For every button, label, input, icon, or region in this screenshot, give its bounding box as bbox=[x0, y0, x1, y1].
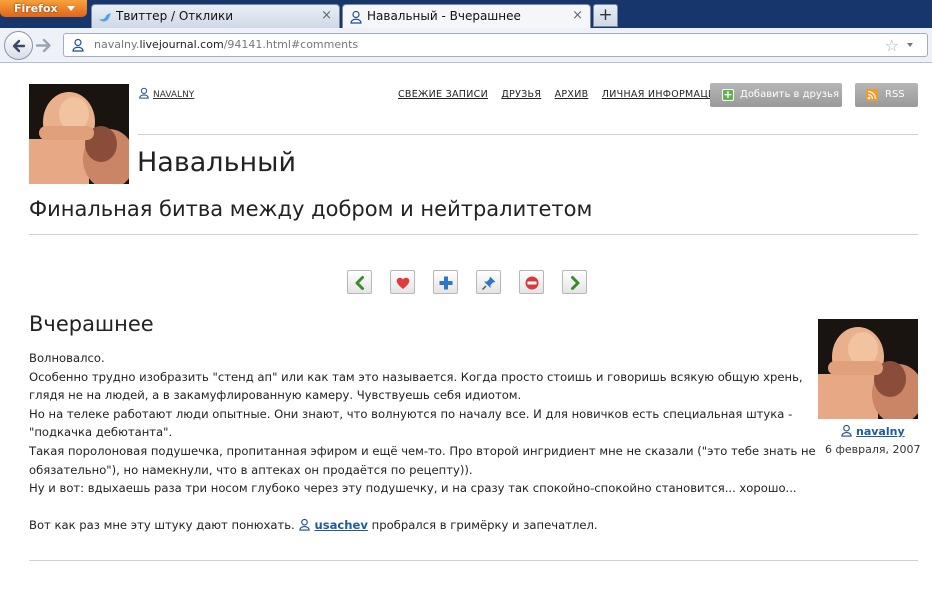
chevron-down-icon bbox=[67, 6, 75, 11]
plus-icon: + bbox=[722, 88, 734, 101]
browser-tab-bar: Firefox Твиттер / Отклики × Навальный - … bbox=[0, 0, 932, 28]
arrow-right-icon bbox=[571, 276, 580, 290]
entry-paragraph: Ну и вот: вдыхаешь раза три носом глубок… bbox=[29, 481, 797, 496]
divider bbox=[138, 134, 918, 135]
entry-date: 6 февраля, 2007 bbox=[825, 443, 921, 456]
tell-a-friend-button[interactable] bbox=[433, 270, 458, 294]
entry-paragraph: "подкачка дебютанта". bbox=[29, 425, 173, 440]
tab-title: Навальный - Вчерашнее bbox=[367, 9, 521, 23]
entry-body: Волновалсо. Особенно трудно изобразить "… bbox=[29, 349, 816, 535]
nav-archive[interactable]: АРХИВ bbox=[555, 89, 589, 100]
tab-title: Твиттер / Отклики bbox=[116, 9, 234, 23]
close-icon[interactable]: × bbox=[321, 5, 332, 27]
new-tab-button[interactable]: + bbox=[593, 4, 618, 27]
tab-navalny-entry[interactable]: Навальный - Вчерашнее × bbox=[342, 4, 591, 28]
entry-paragraph: Такая поролоновая подушечка, пропитанная… bbox=[29, 443, 816, 458]
firefox-menu-button[interactable]: Firefox bbox=[0, 0, 87, 17]
lj-user-icon bbox=[350, 10, 362, 24]
back-button[interactable] bbox=[4, 31, 33, 60]
heart-icon bbox=[396, 277, 410, 289]
plus-icon bbox=[439, 276, 453, 290]
no-entry-icon bbox=[525, 276, 539, 290]
url-path: /94141.html#comments bbox=[223, 38, 359, 51]
nav-friends[interactable]: ДРУЗЬЯ bbox=[501, 89, 541, 100]
add-friend-label: Добавить в друзья bbox=[740, 89, 839, 100]
journal-subtitle: Финальная битва между добром и нейтралит… bbox=[29, 197, 593, 221]
nav-recent-entries[interactable]: СВЕЖИЕ ЗАПИСИ bbox=[398, 89, 488, 100]
journal-nav: СВЕЖИЕ ЗАПИСИ ДРУЗЬЯ АРХИВ ЛИЧНАЯ ИНФОРМ… bbox=[398, 89, 732, 100]
entry-paragraph: Волновалсо. bbox=[29, 351, 105, 365]
url-text[interactable]: navalny.livejournal.com/94141.html#comme… bbox=[94, 38, 358, 51]
journal-userpic[interactable] bbox=[29, 84, 129, 184]
forward-button[interactable] bbox=[34, 36, 54, 55]
mentioned-user-link[interactable]: usachev bbox=[298, 518, 368, 532]
site-identity-icon[interactable] bbox=[71, 38, 85, 52]
address-bar[interactable]: navalny.livejournal.com/94141.html#comme… bbox=[63, 33, 928, 57]
entry-paragraph: Особенно трудно изобразить "стенд ап" ил… bbox=[29, 369, 803, 384]
add-friend-button[interactable]: + Добавить в друзья bbox=[710, 83, 842, 107]
entry-title[interactable]: Вчерашнее bbox=[29, 312, 154, 336]
firefox-menu-label: Firefox bbox=[14, 2, 58, 15]
entry-paragraph-with-mention: Вот как раз мне эту штуку дают понюхать.… bbox=[29, 516, 799, 535]
userpic-image bbox=[29, 84, 129, 184]
rss-icon bbox=[866, 89, 878, 101]
page-content: NAVALNY СВЕЖИЕ ЗАПИСИ ДРУЗЬЯ АРХИВ ЛИЧНА… bbox=[0, 64, 932, 611]
entry-text: Вот как раз мне эту штуку дают понюхать. bbox=[29, 517, 299, 532]
chevron-down-icon[interactable] bbox=[907, 43, 913, 47]
navigation-toolbar: navalny.livejournal.com/94141.html#comme… bbox=[0, 28, 932, 63]
arrow-left-icon bbox=[12, 39, 26, 53]
rss-label: RSS bbox=[885, 89, 905, 100]
url-prefix: navalny. bbox=[94, 38, 140, 51]
previous-entry-button[interactable] bbox=[347, 270, 372, 294]
entry-text: пробрался в гримёрку и запечатлел. bbox=[367, 517, 598, 532]
url-domain: livejournal.com bbox=[139, 38, 224, 51]
journal-username: NAVALNY bbox=[153, 90, 195, 100]
entry-paragraph: глядя не на людей, а в закамуфлированную… bbox=[29, 388, 522, 403]
divider bbox=[29, 560, 918, 561]
journal-title[interactable]: Навальный bbox=[137, 147, 296, 178]
arrow-left-icon bbox=[355, 276, 364, 290]
userpic-image bbox=[818, 319, 918, 419]
entry-paragraph: обязательно"), но намекнули, что в аптек… bbox=[29, 462, 473, 477]
rss-button[interactable]: RSS bbox=[855, 83, 918, 107]
track-entry-button[interactable] bbox=[476, 270, 501, 294]
poster-userpic[interactable] bbox=[818, 319, 918, 419]
bookmark-star-icon[interactable]: ☆ bbox=[885, 36, 899, 55]
nav-profile[interactable]: ЛИЧНАЯ ИНФОРМАЦИЯ bbox=[602, 89, 723, 100]
add-to-memories-button[interactable] bbox=[390, 270, 415, 294]
lj-user-icon bbox=[841, 424, 852, 437]
lj-user-icon bbox=[139, 87, 149, 99]
next-entry-button[interactable] bbox=[562, 270, 587, 294]
pushpin-icon bbox=[481, 276, 496, 291]
journal-username-link[interactable]: NAVALNY bbox=[138, 87, 194, 100]
twitter-bird-icon bbox=[99, 13, 111, 22]
lj-user-icon bbox=[299, 518, 311, 531]
divider bbox=[29, 234, 918, 235]
close-icon[interactable]: × bbox=[572, 5, 583, 27]
flag-entry-button[interactable] bbox=[519, 270, 544, 294]
poster-user-link[interactable]: navalny bbox=[840, 424, 905, 438]
poster-name: navalny bbox=[856, 425, 905, 438]
tab-twitter[interactable]: Твиттер / Отклики × bbox=[91, 4, 340, 28]
entry-paragraph: Но на телеке работают люди опытные. Они … bbox=[29, 406, 793, 421]
mentioned-user-name: usachev bbox=[314, 517, 368, 532]
